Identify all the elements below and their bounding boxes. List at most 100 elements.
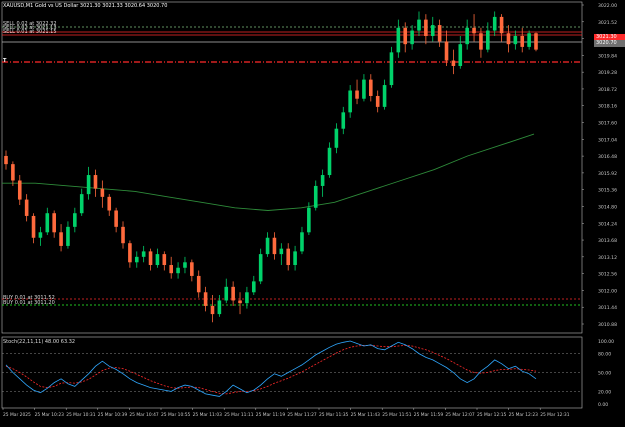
candle-body bbox=[444, 41, 449, 61]
candle-body bbox=[472, 27, 476, 34]
price-axis-label: 3015.36 bbox=[598, 188, 617, 194]
candle-body bbox=[265, 237, 270, 255]
candle-body bbox=[38, 232, 43, 238]
price-axis-label: 3013.12 bbox=[598, 255, 617, 261]
chart-title: XAUUSD,M1 Gold vs US Dollar 3021.30 3021… bbox=[3, 3, 168, 9]
time-axis-label: 25 Mar 12:31 bbox=[540, 412, 570, 418]
candle-body bbox=[17, 180, 22, 200]
candle-body bbox=[66, 226, 70, 246]
candle-body bbox=[24, 199, 29, 216]
candle-body bbox=[31, 215, 36, 238]
time-axis-label: 25 Mar 12:15 bbox=[477, 412, 507, 418]
time-axis-label: 25 Mar 12:07 bbox=[445, 412, 475, 418]
candle-body bbox=[313, 185, 318, 208]
candle-body bbox=[190, 262, 194, 276]
candle-body bbox=[11, 164, 15, 181]
candle-body bbox=[527, 33, 531, 47]
candle-body bbox=[272, 237, 277, 255]
candle-body bbox=[375, 95, 380, 107]
candle-body bbox=[128, 243, 132, 263]
order-label-buy-2: BUY 0.01 at 3011.20 bbox=[3, 300, 55, 306]
candle-body bbox=[334, 128, 339, 148]
candle-body bbox=[238, 300, 242, 304]
time-axis-label: 25 Mar 10:39 bbox=[98, 412, 128, 418]
price-axis-label: 3017.60 bbox=[598, 121, 617, 127]
stoch-title: Stoch(22,11,11) 48.00 63.32 bbox=[3, 339, 76, 345]
candle-body bbox=[176, 267, 180, 274]
time-axis-label: 25 Mar 11:35 bbox=[319, 412, 349, 418]
candle-body bbox=[217, 300, 222, 315]
price-axis-label: 3019.28 bbox=[598, 70, 617, 76]
stoch-axis-label: 100.00 bbox=[598, 339, 614, 345]
candle-body bbox=[45, 213, 50, 233]
time-axis-label: 25 Mar 12:23 bbox=[509, 412, 539, 418]
candle-body bbox=[479, 33, 483, 50]
candle-body bbox=[224, 286, 229, 301]
candle-body bbox=[389, 52, 394, 86]
candle-body bbox=[300, 232, 304, 252]
candle-body bbox=[499, 16, 504, 34]
time-axis-label: 25 Mar 11:19 bbox=[256, 412, 286, 418]
price-axis-label: 3022.00 bbox=[598, 3, 617, 9]
candle-body bbox=[86, 175, 91, 195]
candle-body bbox=[513, 35, 518, 45]
candle-body bbox=[506, 33, 511, 45]
candle-body bbox=[162, 254, 167, 266]
price-axis-label: 3012.56 bbox=[598, 272, 617, 278]
price-chart[interactable]: 3022.003021.523020.403019.843019.283018.… bbox=[0, 0, 625, 423]
price-axis-label: 3017.04 bbox=[598, 137, 617, 143]
candle-body bbox=[424, 19, 428, 36]
candle-body bbox=[59, 232, 63, 246]
stoch-main-line bbox=[5, 340, 537, 397]
candle-body bbox=[348, 90, 352, 113]
candle-body bbox=[100, 188, 105, 197]
order-lines bbox=[2, 26, 582, 306]
candle-body bbox=[465, 27, 469, 45]
time-axis-label: 25 Mar 11:11 bbox=[224, 412, 254, 418]
candle-body bbox=[73, 213, 77, 227]
candle-body bbox=[286, 248, 291, 266]
candle-body bbox=[307, 207, 311, 233]
main-pane-frame bbox=[1, 1, 583, 334]
bid-price-tag: 3020.70 bbox=[594, 40, 625, 47]
time-axis-label: 25 Mar 11:59 bbox=[414, 412, 444, 418]
chart-grid bbox=[1, 1, 583, 409]
candle-body bbox=[258, 254, 263, 282]
candle-body bbox=[437, 25, 442, 42]
candle-body bbox=[93, 175, 98, 189]
candle-body bbox=[430, 25, 435, 36]
candle-body bbox=[492, 16, 497, 31]
time-axis-label: 25 Mar 10:31 bbox=[66, 412, 96, 418]
price-axis-label: 3021.52 bbox=[598, 20, 617, 26]
price-axis-label: 3013.68 bbox=[598, 238, 617, 244]
candle-body bbox=[196, 275, 201, 293]
candle-body bbox=[458, 44, 463, 66]
candle-body bbox=[245, 292, 249, 304]
candle-body bbox=[534, 33, 538, 50]
time-axis-label: 25 Mar 10:47 bbox=[129, 412, 159, 418]
candle-body bbox=[155, 254, 160, 266]
stoch-axis-label: 50.00 bbox=[598, 371, 611, 377]
candles bbox=[4, 11, 538, 323]
chart-window[interactable]: 3022.003021.523020.403019.843019.283018.… bbox=[0, 0, 625, 423]
candle-body bbox=[148, 251, 153, 266]
price-axis-label: 3019.84 bbox=[598, 53, 617, 59]
candle-body bbox=[141, 251, 146, 257]
candle-body bbox=[355, 90, 359, 99]
candle-body bbox=[320, 175, 325, 186]
candle-body bbox=[520, 35, 525, 47]
candle-body bbox=[410, 30, 414, 45]
price-axis-label: 3011.44 bbox=[598, 305, 617, 311]
candle-body bbox=[183, 262, 187, 268]
candle-body bbox=[169, 265, 173, 274]
candle-body bbox=[210, 305, 215, 315]
trade-marker[interactable]: T bbox=[3, 58, 6, 64]
candle-body bbox=[417, 19, 421, 31]
stoch-axis-label: 0.00 bbox=[598, 402, 608, 408]
stochastic-indicator bbox=[2, 340, 582, 397]
time-axis-label: 25 Mar 11:43 bbox=[351, 412, 381, 418]
candle-body bbox=[251, 281, 256, 293]
candle-body bbox=[52, 213, 56, 233]
candle-body bbox=[231, 286, 235, 301]
candle-body bbox=[382, 85, 387, 107]
